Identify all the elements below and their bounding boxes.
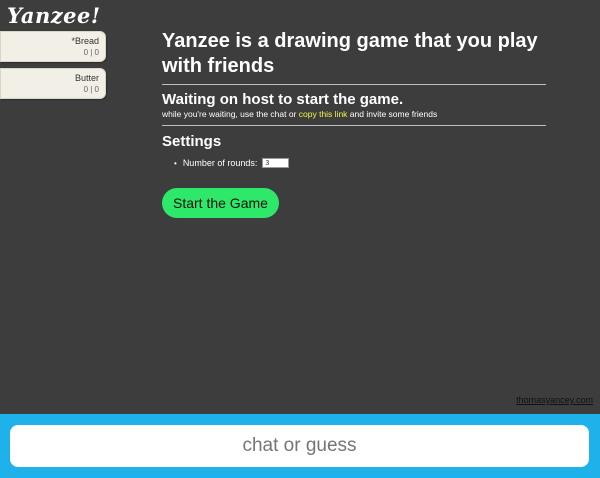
player-name: *Bread — [71, 36, 99, 46]
chat-input[interactable] — [10, 425, 589, 467]
rounds-label: Number of rounds: — [182, 158, 258, 168]
settings-list: • Number of rounds: — [174, 158, 546, 168]
chat-bar — [0, 414, 600, 478]
rounds-input[interactable] — [262, 158, 290, 168]
player-card: Butter 0 | 0 — [0, 68, 106, 99]
page-title: Yanzee is a drawing game that you play w… — [162, 30, 538, 77]
divider — [162, 125, 546, 126]
player-score: 0 | 0 — [83, 48, 99, 57]
status-text-pre: while you're waiting, use the chat or — [162, 109, 299, 119]
main-panel: Yanzee is a drawing game that you play w… — [162, 29, 546, 218]
status-title: Waiting on host to start the game. — [162, 91, 404, 108]
start-game-button[interactable]: Start the Game — [162, 188, 279, 218]
status-text-post: and invite some friends — [347, 109, 438, 119]
divider — [162, 84, 546, 85]
player-name: Butter — [74, 73, 99, 83]
player-card: *Bread 0 | 0 — [0, 31, 106, 62]
settings-title: Settings — [162, 133, 222, 150]
status-subtitle: while you're waiting, use the chat or co… — [162, 109, 546, 120]
player-list: *Bread 0 | 0 Butter 0 | 0 — [0, 31, 106, 105]
copy-link[interactable]: copy this link — [299, 109, 348, 119]
player-score: 0 | 0 — [83, 85, 99, 94]
setting-rounds: • Number of rounds: — [174, 158, 546, 168]
credit-link[interactable]: thomasyancey.com — [516, 395, 593, 405]
app-logo: Yanzee! — [7, 3, 101, 28]
bullet-icon: • — [174, 158, 177, 168]
